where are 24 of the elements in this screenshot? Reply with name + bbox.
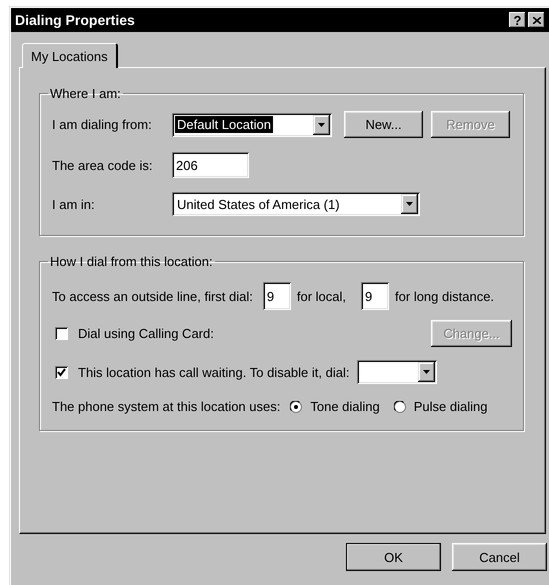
field-label: for long distance. [395, 288, 494, 304]
location-dropdown[interactable]: Default Location [172, 112, 332, 136]
local-prefix-field[interactable]: 9 [262, 282, 291, 310]
help-button[interactable]: ? [509, 12, 526, 28]
field-label: I am dialing from: [52, 117, 153, 132]
checkbox-label[interactable]: This location has call waiting. To disable it, dial: [78, 364, 350, 380]
field-label: for local, [296, 288, 346, 304]
field-label: The area code is: [52, 158, 154, 172]
group-title: Where I am: [49, 86, 122, 101]
tab[interactable]: My Locations [22, 43, 118, 68]
cancel-button[interactable]: Cancel [452, 543, 547, 571]
window-title: Dialing Properties [15, 12, 135, 28]
field-label: The phone system at this location uses: [52, 399, 280, 414]
country-dropdown[interactable]: United States of America (1) [172, 192, 420, 216]
radio-label[interactable]: Pulse dialing [414, 399, 488, 414]
radio-label[interactable]: Tone dialing [310, 399, 380, 414]
long-distance-prefix-field[interactable]: 9 [361, 282, 390, 310]
ok-button[interactable]: OK [346, 543, 441, 571]
field-label: To access an outside line, first dial: [52, 288, 253, 304]
field-label: I am in: [52, 196, 96, 212]
group-title: How I dial from this location: [49, 254, 214, 269]
checkbox-label[interactable]: Dial using Calling Card: [78, 326, 214, 341]
area-code-field[interactable]: 206 [172, 152, 249, 178]
new-button[interactable]: New... [344, 111, 423, 138]
